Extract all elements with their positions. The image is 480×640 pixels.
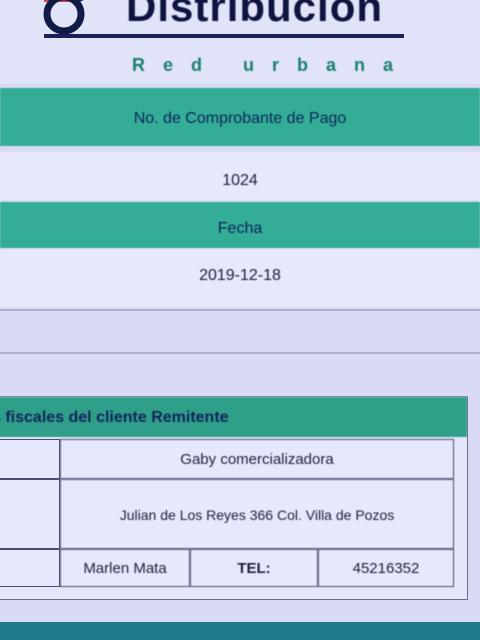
- client-address-label-cell: [0, 479, 60, 549]
- client-table-title: s fiscales del cliente Remitente: [0, 409, 229, 426]
- receipt-page: Distribución Red urbana No. de Comproban…: [0, 0, 480, 640]
- brand-name: Distribución: [126, 0, 384, 30]
- client-contact: Marlen Mata: [60, 549, 190, 587]
- brand-header: Distribución Red urbana: [0, 0, 480, 84]
- client-fiscal-data-table: s fiscales del cliente Remitente Gaby co…: [0, 396, 468, 600]
- section-divider: [0, 352, 480, 354]
- next-section-bar: [0, 622, 480, 640]
- client-name: Gaby comercializadora: [60, 439, 454, 479]
- client-contact-label-cell: [0, 549, 60, 587]
- client-address: Julian de Los Reyes 366 Col. Villa de Po…: [60, 479, 454, 549]
- comprobante-value: 1024: [0, 152, 480, 200]
- client-tel-label: TEL:: [190, 549, 318, 587]
- fecha-value: 2019-12-18: [0, 249, 480, 307]
- brand-divider: [44, 34, 404, 38]
- fecha-label: Fecha: [0, 202, 480, 248]
- client-table-header: s fiscales del cliente Remitente: [0, 397, 467, 437]
- client-name-label-cell: [0, 439, 60, 479]
- client-tel: 45216352: [318, 549, 454, 587]
- comprobante-label: No. de Comprobante de Pago: [0, 88, 480, 146]
- section-divider: [0, 309, 480, 311]
- brand-tagline: Red urbana: [132, 55, 412, 75]
